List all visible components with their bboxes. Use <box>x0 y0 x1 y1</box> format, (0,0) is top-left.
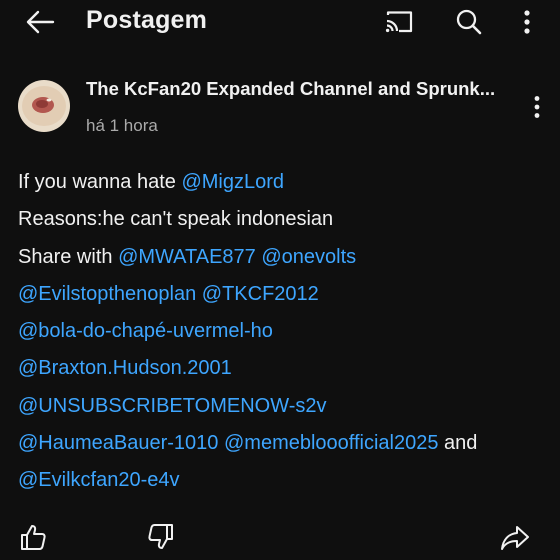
share-icon <box>501 526 529 550</box>
like-icon <box>21 525 46 550</box>
mention-link[interactable]: @TKCF2012 <box>202 283 319 305</box>
mention-link[interactable]: @memeblooofficial2025 <box>224 432 439 454</box>
avatar-image <box>18 80 70 132</box>
post-line: @Evilkcfan20-e4v <box>18 462 548 499</box>
cast-icon <box>385 11 413 33</box>
post-line: @Braxton.Hudson.2001 <box>18 350 548 387</box>
back-arrow-icon <box>26 10 55 34</box>
share-button[interactable] <box>498 522 532 554</box>
more-vert-icon <box>524 10 530 34</box>
post-menu-button[interactable] <box>526 92 548 122</box>
post-line: If you wanna hate @MigzLord <box>18 164 548 201</box>
mention-link[interactable]: @onevolts <box>261 246 356 268</box>
mention-link[interactable]: @bola-do-chapé-uvermel-ho <box>18 320 273 342</box>
action-bar <box>0 516 560 560</box>
post-line: @bola-do-chapé-uvermel-ho <box>18 313 548 350</box>
mention-link[interactable]: @Braxton.Hudson.2001 <box>18 357 232 379</box>
post-text: Reasons:he can't speak indonesian <box>18 208 334 231</box>
like-button[interactable] <box>16 520 50 554</box>
dislike-icon <box>148 524 173 549</box>
post-header: The KcFan20 Expanded Channel and Sprunk.… <box>0 70 560 140</box>
dislike-button[interactable] <box>144 520 178 554</box>
post-line: @Evilstopthenoplan @TKCF2012 <box>18 276 548 313</box>
post-text: and <box>438 432 478 455</box>
mention-link[interactable]: @UNSUBSCRIBETOMENOW-s2v <box>18 395 327 417</box>
post-text: Share with <box>18 245 119 268</box>
search-icon <box>456 9 482 35</box>
post-timestamp: há 1 hora <box>86 116 158 135</box>
channel-avatar[interactable] <box>18 80 70 132</box>
cast-button[interactable] <box>382 6 416 38</box>
mention-link[interactable]: @Evilkcfan20-e4v <box>18 469 179 491</box>
page-title: Postagem <box>86 6 208 34</box>
post-line: @HaumeaBauer-1010 @memeblooofficial2025 … <box>18 425 548 462</box>
mention-link[interactable]: @MWATAE877 <box>118 246 256 268</box>
post-line: Reasons:he can't speak indonesian <box>18 201 548 238</box>
search-button[interactable] <box>452 5 486 39</box>
post-body: If you wanna hate @MigzLord Reasons:he ca… <box>18 164 548 500</box>
post-line: Share with @MWATAE877 @onevolts <box>18 239 548 276</box>
channel-name[interactable]: The KcFan20 Expanded Channel and Sprunk.… <box>86 78 495 100</box>
post-text: If you wanna hate <box>18 171 182 193</box>
top-app-bar: Postagem <box>0 0 560 44</box>
mention-link[interactable]: @MigzLord <box>181 171 284 193</box>
back-button[interactable] <box>22 6 58 38</box>
mention-link[interactable]: @HaumeaBauer-1010 <box>18 432 218 454</box>
post-line: @UNSUBSCRIBETOMENOW-s2v <box>18 388 548 425</box>
mention-link[interactable]: @Evilstopthenoplan <box>18 283 196 305</box>
more-vert-icon <box>534 96 540 118</box>
more-options-button[interactable] <box>514 5 540 39</box>
